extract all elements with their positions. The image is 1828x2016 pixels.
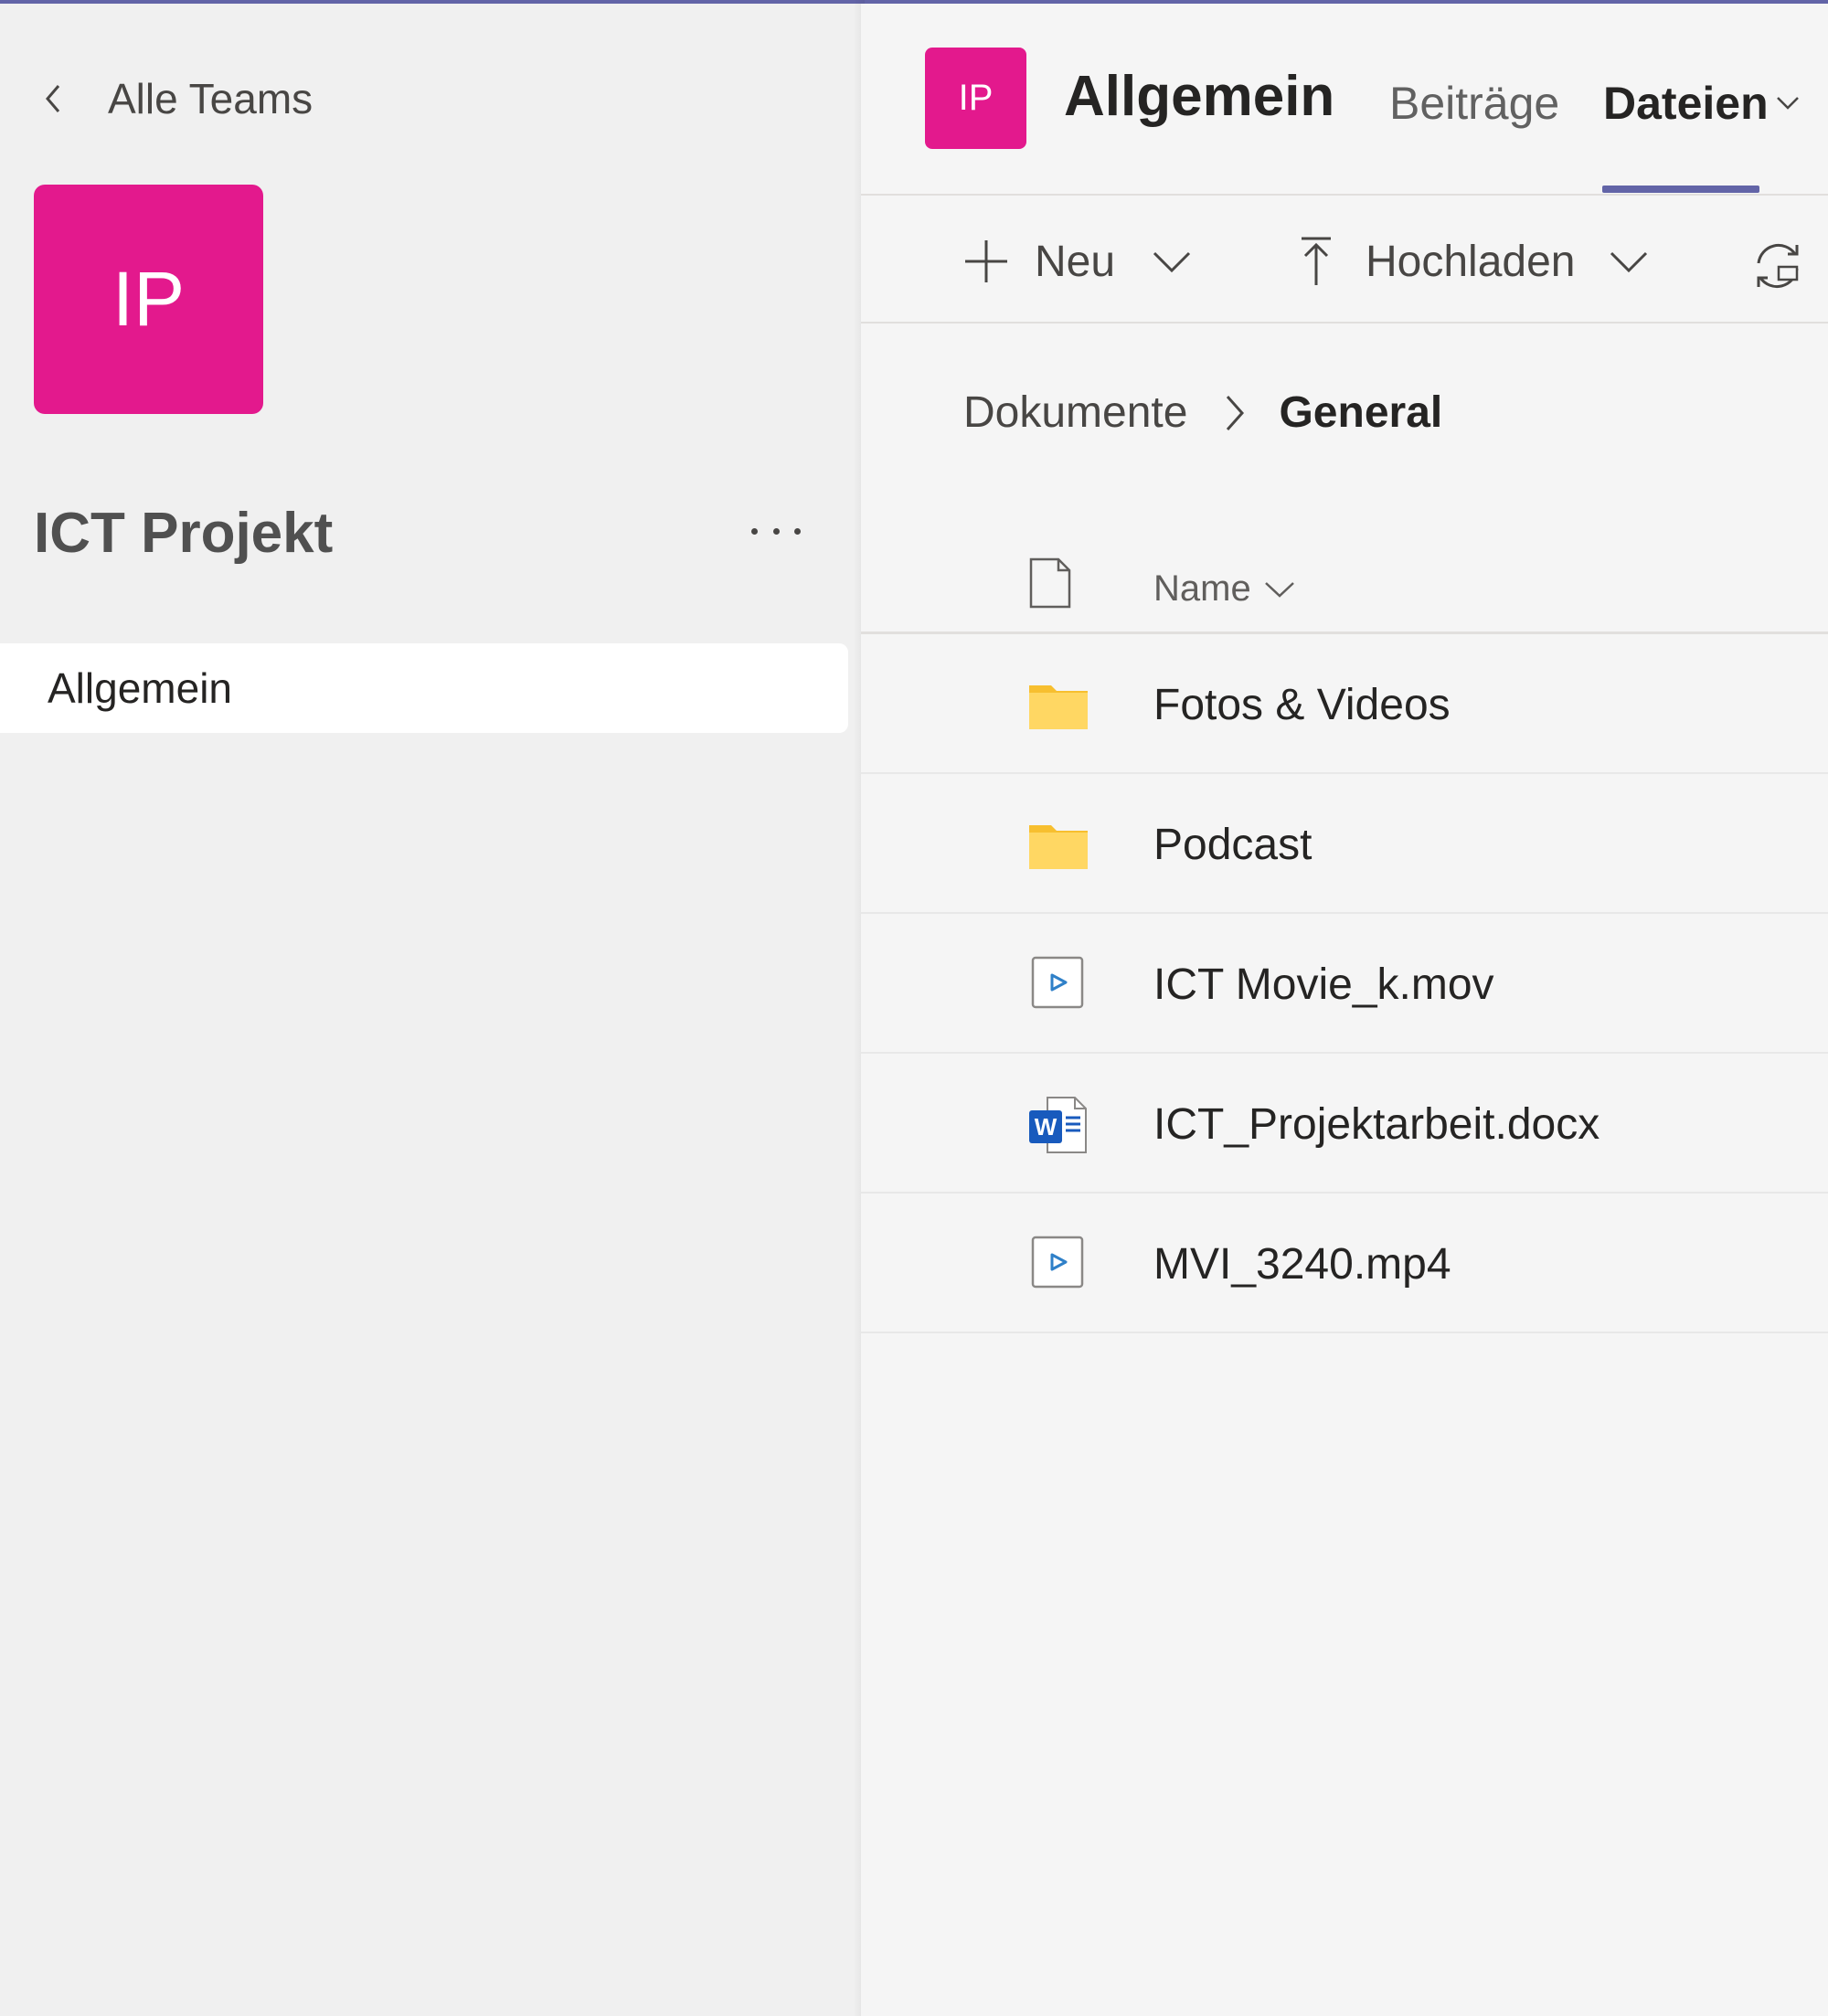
file-row[interactable]: Podcast [861, 774, 1828, 914]
file-row[interactable]: MVI_3240.mp4 [861, 1194, 1828, 1333]
breadcrumb-root[interactable]: Dokumente [963, 387, 1187, 438]
chevron-left-icon [46, 85, 60, 112]
active-tab-indicator [1602, 186, 1759, 193]
word-document-icon: W [1029, 1097, 1087, 1153]
chevron-down-icon [1610, 251, 1647, 273]
sync-icon[interactable] [1751, 239, 1804, 292]
more-dot-icon [751, 527, 758, 535]
new-button[interactable]: Neu [963, 225, 1192, 298]
back-to-all-teams-button[interactable]: Alle Teams [40, 69, 313, 128]
more-options-button[interactable] [751, 511, 801, 551]
file-row[interactable]: ICT Movie_k.mov [861, 914, 1828, 1054]
file-name: Fotos & Videos [1153, 681, 1451, 729]
chevron-down-icon[interactable] [1775, 93, 1801, 113]
files-toolbar: Neu Hochladen [861, 197, 1828, 324]
channel-label: Allgemein [48, 664, 232, 712]
file-name: ICT_Projektarbeit.docx [1153, 1100, 1600, 1149]
video-file-icon [1031, 1236, 1084, 1289]
breadcrumb: Dokumente General [963, 387, 1442, 438]
svg-text:W: W [1035, 1113, 1057, 1141]
back-label: Alle Teams [108, 75, 314, 122]
file-row[interactable]: Fotos & Videos [861, 634, 1828, 774]
file-name: MVI_3240.mp4 [1153, 1240, 1451, 1289]
channel-title: Allgemein [1064, 65, 1335, 128]
file-type-icon [1029, 557, 1071, 609]
channel-content: IP Allgemein Beiträge Dateien Neu Hochla… [861, 4, 1828, 2016]
channel-avatar: IP [925, 48, 1026, 149]
tab-posts[interactable]: Beiträge [1389, 77, 1559, 130]
chevron-down-icon [1264, 581, 1294, 598]
folder-icon [1029, 685, 1088, 729]
more-dot-icon [794, 527, 801, 535]
channel-header: IP Allgemein Beiträge Dateien [861, 4, 1828, 196]
file-name: ICT Movie_k.mov [1153, 960, 1494, 1009]
chevron-down-icon [1153, 251, 1191, 273]
chevron-right-icon [1227, 395, 1245, 430]
team-avatar: IP [34, 185, 263, 414]
upload-label: Hochladen [1366, 237, 1576, 286]
video-file-icon [1031, 956, 1084, 1009]
upload-arrow-icon [1302, 237, 1331, 285]
file-list: Name Fotos & Videos Podcast ICT Movie_k.… [861, 525, 1828, 1333]
plus-icon [965, 240, 1007, 282]
file-name: Podcast [1153, 821, 1313, 869]
name-column-header[interactable]: Name [1153, 568, 1295, 610]
file-row[interactable]: W ICT_Projektarbeit.docx [861, 1054, 1828, 1194]
folder-icon [1029, 825, 1088, 869]
channel-item-allgemein[interactable]: Allgemein [0, 643, 848, 733]
breadcrumb-current: General [1279, 388, 1443, 437]
team-name: ICT Projekt [34, 502, 334, 565]
tab-files[interactable]: Dateien [1603, 77, 1769, 130]
file-list-header: Name [861, 525, 1828, 634]
team-sidebar: Alle Teams IP ICT Projekt Allgemein [0, 4, 861, 2016]
more-dot-icon [772, 527, 780, 535]
upload-button[interactable]: Hochladen [1298, 225, 1649, 298]
name-column-label: Name [1153, 568, 1251, 609]
new-label: Neu [1035, 237, 1116, 286]
